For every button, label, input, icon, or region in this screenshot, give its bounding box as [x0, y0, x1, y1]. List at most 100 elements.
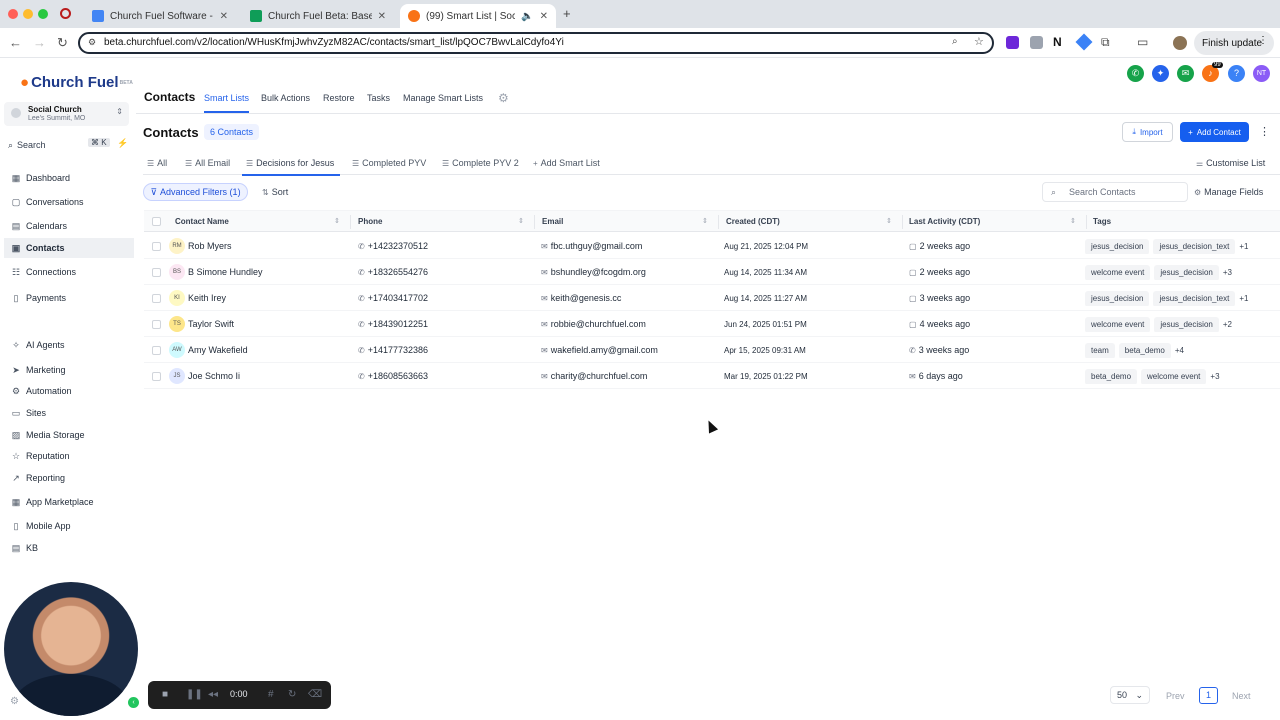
- column-header-tags[interactable]: Tags: [1093, 217, 1111, 226]
- sidebar-item-ai-agents[interactable]: ✧ AI Agents: [10, 335, 134, 355]
- contact-phone[interactable]: ✆ +14177732386: [358, 345, 428, 355]
- stop-icon[interactable]: ■: [162, 689, 168, 700]
- contact-name[interactable]: Taylor Swift: [188, 319, 234, 329]
- contact-phone[interactable]: ✆ +18439012251: [358, 319, 428, 329]
- sidebar-item-dashboard[interactable]: ▦ Dashboard: [10, 168, 134, 188]
- row-checkbox[interactable]: [152, 320, 161, 329]
- customise-list-button[interactable]: ⚌ Customise List: [1196, 158, 1265, 168]
- trash-icon[interactable]: ⌫: [308, 689, 322, 700]
- sidebar-item-mobile-app[interactable]: ▯ Mobile App: [10, 516, 134, 536]
- sort-arrows-icon[interactable]: ⇕: [518, 217, 524, 225]
- puzzle-icon[interactable]: ⧉: [1101, 35, 1110, 50]
- extension-icon[interactable]: [1006, 36, 1019, 49]
- quick-actions-button[interactable]: ✦: [1152, 65, 1169, 82]
- current-page-button[interactable]: 1: [1199, 687, 1218, 704]
- tab-smart-lists[interactable]: Smart Lists: [204, 93, 250, 113]
- tab-restore[interactable]: Restore: [323, 93, 355, 103]
- extension-icon[interactable]: [1075, 33, 1093, 51]
- help-button[interactable]: ?: [1228, 65, 1245, 82]
- close-icon[interactable]: ✕: [540, 11, 548, 22]
- address-bar[interactable]: ⚙ beta.churchfuel.com/v2/location/WHusKf…: [78, 32, 994, 54]
- speaker-icon[interactable]: 🔈: [521, 11, 533, 22]
- more-tags-count[interactable]: +3: [1210, 372, 1219, 381]
- sidebar-item-marketing[interactable]: ➤ Marketing: [10, 360, 134, 380]
- browser-tab-1[interactable]: Church Fuel Software - Educ ✕: [84, 4, 236, 28]
- extension-icon[interactable]: [1030, 36, 1043, 49]
- row-checkbox[interactable]: [152, 242, 161, 251]
- column-header-phone[interactable]: Phone: [358, 217, 382, 226]
- contact-email[interactable]: ✉ robbie@churchfuel.com: [541, 319, 646, 329]
- tab-tasks[interactable]: Tasks: [367, 93, 390, 103]
- row-checkbox[interactable]: [152, 294, 161, 303]
- row-checkbox[interactable]: [152, 346, 161, 355]
- add-contact-button[interactable]: + Add Contact: [1180, 122, 1249, 142]
- tab-complete-pyv-2[interactable]: ☰ Complete PYV 2: [442, 158, 519, 168]
- back-icon[interactable]: ←: [9, 35, 22, 50]
- table-row[interactable]: AW Amy Wakefield ✆ +14177732386 ✉ wakefield.a…: [144, 337, 1280, 363]
- import-button[interactable]: ⤓ Import: [1122, 122, 1173, 142]
- minimize-window-button[interactable]: [23, 9, 33, 19]
- tab-all[interactable]: ☰ All: [147, 158, 167, 168]
- browser-tab-2[interactable]: Church Fuel Beta: Base Insta ✕: [242, 4, 394, 28]
- more-tags-count[interactable]: +4: [1175, 346, 1184, 355]
- reload-icon[interactable]: ↻: [57, 35, 68, 51]
- table-row[interactable]: JS Joe Schmo Ii ✆ +18608563663 ✉ charity@chur…: [144, 363, 1280, 389]
- quick-action-icon[interactable]: ⚡: [117, 138, 128, 149]
- sidebar-item-app-marketplace[interactable]: ▦ App Marketplace: [10, 492, 134, 512]
- site-info-icon[interactable]: ⚙: [88, 37, 96, 48]
- sort-button[interactable]: ⇅ Sort: [262, 187, 288, 197]
- contact-email[interactable]: ✉ bshundley@fcogdm.org: [541, 267, 646, 277]
- contact-email[interactable]: ✉ keith@genesis.cc: [541, 293, 621, 303]
- zoom-icon[interactable]: ⌕: [952, 36, 958, 47]
- contact-email[interactable]: ✉ wakefield.amy@gmail.com: [541, 345, 658, 355]
- sidebar-item-reputation[interactable]: ☆ Reputation: [10, 446, 134, 466]
- close-icon[interactable]: ✕: [378, 11, 386, 22]
- sort-arrows-icon[interactable]: ⇕: [886, 217, 892, 225]
- announcements-button[interactable]: ✉: [1177, 65, 1194, 82]
- contact-name[interactable]: Keith Irey: [188, 293, 226, 303]
- grid-icon[interactable]: #: [268, 689, 274, 700]
- sidebar-search[interactable]: ⌕ Search ⌘ K ⚡: [8, 138, 128, 152]
- column-header-name[interactable]: Contact Name: [175, 217, 229, 226]
- sidebar-item-kb[interactable]: ▤ KB: [10, 538, 134, 558]
- tab-completed-pyv[interactable]: ☰ Completed PYV: [352, 158, 426, 168]
- sidebar-item-calendars[interactable]: ▤ Calendars: [10, 216, 134, 236]
- manage-fields-button[interactable]: ⚙ Manage Fields: [1194, 187, 1263, 197]
- next-page-button[interactable]: Next: [1232, 691, 1251, 701]
- profile-avatar[interactable]: [1173, 36, 1187, 50]
- column-header-email[interactable]: Email: [542, 217, 563, 226]
- close-icon[interactable]: ✕: [220, 11, 228, 22]
- sort-arrows-icon[interactable]: ⇕: [1070, 217, 1076, 225]
- contact-email[interactable]: ✉ fbc.uthguy@gmail.com: [541, 241, 642, 251]
- tab-bulk-actions[interactable]: Bulk Actions: [261, 93, 310, 103]
- sidebar-item-automation[interactable]: ⚙ Automation: [10, 381, 134, 401]
- search-contacts-input[interactable]: ⌕ Search Contacts: [1042, 182, 1188, 202]
- more-tags-count[interactable]: +3: [1223, 268, 1232, 277]
- contact-phone[interactable]: ✆ +17403417702: [358, 293, 428, 303]
- tab-search-icon[interactable]: ▭: [1137, 35, 1148, 49]
- sort-arrows-icon[interactable]: ⇕: [334, 217, 340, 225]
- tab-decisions-for-jesus[interactable]: ☰ Decisions for Jesus: [241, 158, 341, 176]
- sidebar-item-conversations[interactable]: ▢ Conversations: [10, 192, 134, 212]
- finish-update-button[interactable]: Finish update ⋮: [1194, 31, 1274, 55]
- contact-phone[interactable]: ✆ +14232370512: [358, 241, 428, 251]
- contact-phone[interactable]: ✆ +18326554276: [358, 267, 428, 277]
- tab-all-email[interactable]: ☰ All Email: [185, 158, 230, 168]
- table-row[interactable]: BS B Simone Hundley ✆ +18326554276 ✉ bshundle…: [144, 259, 1280, 285]
- phone-call-button[interactable]: ✆: [1127, 65, 1144, 82]
- table-row[interactable]: RM Rob Myers ✆ +14232370512 ✉ fbc.uthguy@gmai…: [144, 233, 1280, 259]
- sidebar-item-sites[interactable]: ▭ Sites: [10, 403, 134, 423]
- sort-arrows-icon[interactable]: ⇕: [702, 217, 708, 225]
- table-row[interactable]: KI Keith Irey ✆ +17403417702 ✉ keith@genesis.…: [144, 285, 1280, 311]
- browser-tab-3[interactable]: (99) Smart List | Social C 🔈 ✕: [400, 4, 556, 28]
- collapse-sidebar-button[interactable]: ‹: [128, 697, 139, 708]
- more-vert-icon[interactable]: ⋮: [1259, 125, 1270, 138]
- sidebar-item-connections[interactable]: ☷ Connections: [10, 262, 134, 282]
- contact-name[interactable]: Joe Schmo Ii: [188, 371, 240, 381]
- user-avatar[interactable]: NT: [1253, 65, 1270, 82]
- gear-icon[interactable]: ⚙: [498, 91, 509, 105]
- new-tab-button[interactable]: +: [563, 6, 571, 21]
- contact-name[interactable]: B Simone Hundley: [188, 267, 263, 277]
- sidebar-item-payments[interactable]: ▯ Payments: [10, 288, 134, 308]
- notion-extension-icon[interactable]: N: [1053, 35, 1062, 49]
